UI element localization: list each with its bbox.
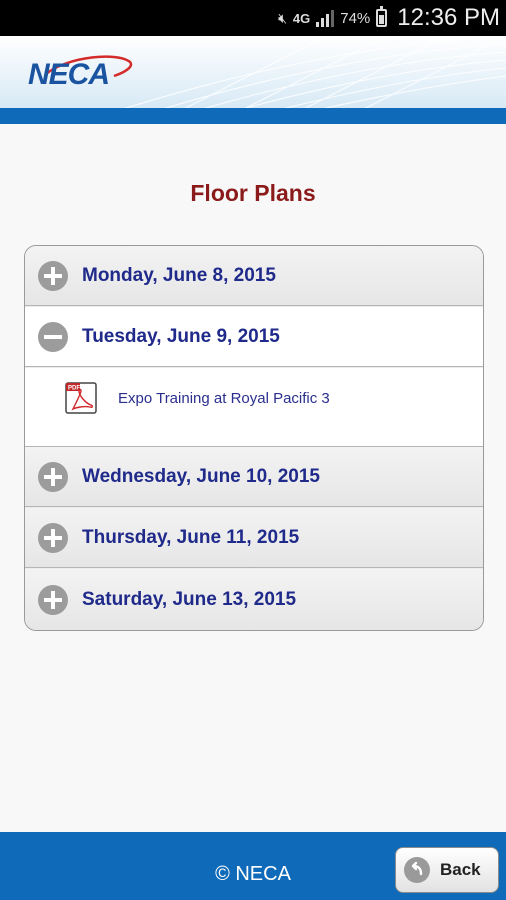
app-header: NECA: [0, 36, 506, 108]
accordion-header-saturday[interactable]: Saturday, June 13, 2015: [25, 569, 483, 630]
mute-icon: 🔇︎: [278, 9, 287, 26]
battery-icon: [376, 6, 388, 27]
accordion-label: Thursday, June 11, 2015: [82, 526, 300, 548]
clock: 12:36 PM: [397, 4, 500, 31]
accordion-header-thursday[interactable]: Thursday, June 11, 2015: [25, 508, 483, 568]
logo-text: NECA: [28, 58, 110, 91]
minus-icon: [38, 321, 68, 352]
accordion-header-monday[interactable]: Monday, June 8, 2015: [25, 246, 483, 306]
header-bar: [0, 108, 506, 124]
accordion-label: Monday, June 8, 2015: [82, 264, 276, 286]
accordion-label: Wednesday, June 10, 2015: [82, 465, 320, 487]
back-arrow-icon: [404, 857, 430, 883]
accordion-label: Tuesday, June 9, 2015: [82, 325, 280, 347]
signal-icon: [316, 9, 335, 27]
floor-plans-accordion: Monday, June 8, 2015 Tuesday, June 9, 20…: [24, 245, 484, 631]
network-label: 4G: [292, 10, 311, 26]
plus-icon: [38, 260, 68, 291]
status-icons: 🔇︎ 4G 74% 12:36 PM: [278, 0, 500, 36]
plus-icon: [38, 584, 68, 615]
accordion-header-wednesday[interactable]: Wednesday, June 10, 2015: [25, 447, 483, 507]
accordion-label: Saturday, June 13, 2015: [82, 588, 297, 610]
plus-icon: [38, 461, 68, 492]
header-decoration: [126, 36, 506, 108]
accordion-content-tuesday: PDF Expo Training at Royal Pacific 3: [25, 368, 483, 447]
footer: © NECA Back: [0, 832, 506, 900]
back-button-label: Back: [440, 860, 481, 879]
floor-plan-file-link[interactable]: Expo Training at Royal Pacific 3: [118, 390, 330, 407]
pdf-icon: PDF: [65, 382, 97, 414]
plus-icon: [38, 522, 68, 553]
back-button[interactable]: Back: [395, 847, 499, 893]
neca-logo: NECA: [28, 50, 138, 94]
battery-percent: 74%: [340, 9, 371, 27]
accordion-header-tuesday[interactable]: Tuesday, June 9, 2015: [25, 307, 483, 367]
page-title: Floor Plans: [190, 180, 316, 206]
status-bar: 🔇︎ 4G 74% 12:36 PM: [0, 0, 506, 36]
